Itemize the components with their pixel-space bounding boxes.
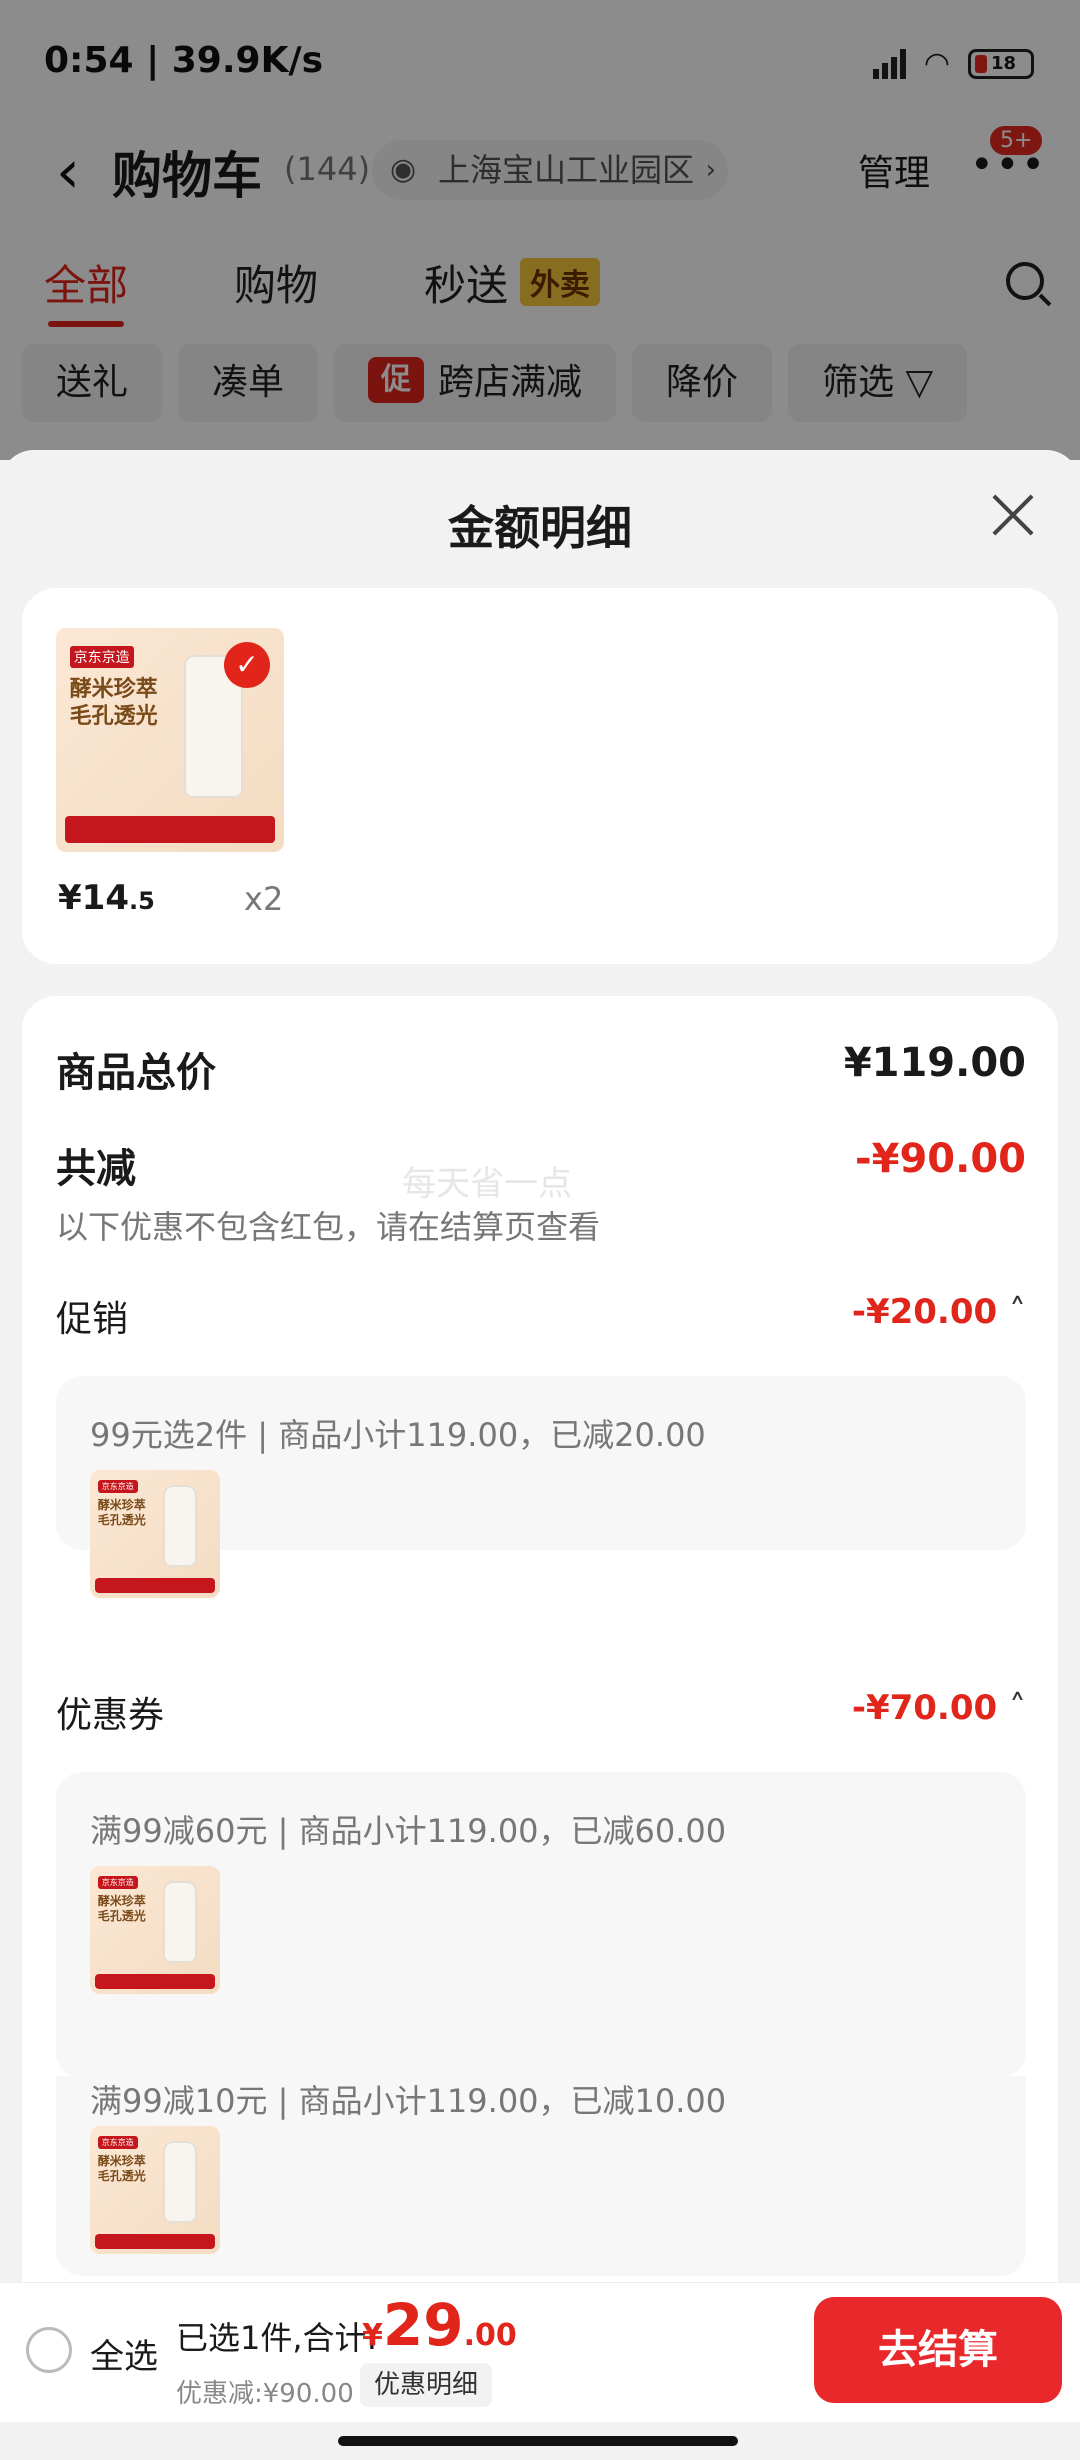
coupon-panel: 满99减60元 | 商品小计119.00，已减60.00 京东京造 酵米珍萃 毛孔…: [56, 1772, 1026, 2078]
modal-overlay[interactable]: [0, 0, 1080, 460]
coupon-detail-1: 满99减60元 | 商品小计119.00，已减60.00: [90, 1812, 727, 1850]
home-indicator[interactable]: [338, 2436, 738, 2446]
item-quantity: x2: [244, 880, 284, 918]
total-amount: ¥29.00: [362, 2291, 517, 2359]
select-all-label[interactable]: 全选: [90, 2329, 158, 2378]
item-price: ¥14.5: [58, 878, 155, 918]
product-image[interactable]: 京东京造 酵米珍萃 毛孔透光 ✓: [56, 628, 284, 852]
coupon-product-thumb-2: 京东京造 酵米珍萃 毛孔透光: [90, 2126, 220, 2254]
promo-product-thumb: 京东京造 酵米珍萃 毛孔透光: [90, 1470, 220, 1598]
reduce-label: 共减: [56, 1146, 136, 1192]
price-breakdown-card: 商品总价 ¥119.00 共减 -¥90.00 每天省一点 以下优惠不包含红包，…: [22, 996, 1058, 2296]
select-all-radio[interactable]: [26, 2327, 72, 2373]
total-price-label: 商品总价: [56, 1050, 216, 1096]
total-price-value: ¥119.00: [843, 1040, 1026, 1086]
coupon-detail-2: 满99减10元 | 商品小计119.00，已减10.00: [90, 2082, 727, 2120]
amount-detail-sheet: 金额明细 京东京造 酵米珍萃 毛孔透光 ✓ ¥14.5 x2 商品总价 ¥119.…: [0, 450, 1080, 2460]
selected-summary: 已选1件,合计:: [176, 2319, 378, 2357]
sheet-title: 金额明细: [448, 501, 632, 555]
reduce-value: -¥90.00: [855, 1136, 1026, 1182]
checkout-bar: 全选 已选1件,合计: ¥29.00 优惠减:¥90.00 优惠明细 去结算: [0, 2282, 1080, 2422]
close-icon[interactable]: [986, 490, 1036, 540]
promo-detail: 99元选2件 | 商品小计119.00，已减20.00: [90, 1416, 706, 1454]
discount-amount: 优惠减:¥90.00: [176, 2379, 354, 2409]
promo-label: 促销: [56, 1299, 129, 1340]
discount-note: 以下优惠不包含红包，请在结算页查看: [56, 1208, 601, 1246]
discount-detail-button[interactable]: 优惠明细: [360, 2363, 493, 2407]
coupon-panel-2: 满99减10元 | 商品小计119.00，已减10.00 京东京造 酵米珍萃 毛孔…: [56, 2076, 1026, 2276]
coupon-product-thumb-1: 京东京造 酵米珍萃 毛孔透光: [90, 1866, 220, 1994]
checkout-button[interactable]: 去结算: [814, 2297, 1062, 2403]
selected-items-card: 京东京造 酵米珍萃 毛孔透光 ✓ ¥14.5 x2: [22, 588, 1058, 964]
check-icon: ✓: [224, 642, 270, 688]
coupon-toggle[interactable]: -¥70.00 ˄: [852, 1688, 1026, 1728]
chevron-up-icon: ˄: [1009, 1292, 1026, 1332]
promo-panel: 99元选2件 | 商品小计119.00，已减20.00 京东京造 酵米珍萃 毛孔透…: [56, 1376, 1026, 1598]
coupon-label: 优惠券: [56, 1695, 165, 1736]
watermark: 每天省一点: [402, 1164, 572, 1204]
promo-toggle[interactable]: -¥20.00 ˄: [852, 1292, 1026, 1332]
chevron-up-icon: ˄: [1009, 1688, 1026, 1728]
